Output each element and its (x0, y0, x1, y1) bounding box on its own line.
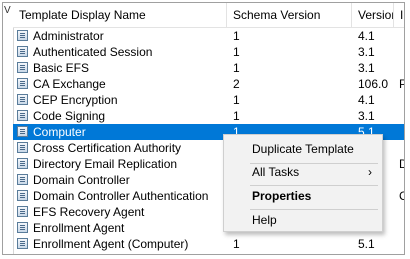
version-cell: 5.1 (358, 237, 375, 251)
intended-purposes-cell (399, 92, 404, 108)
template-name: Domain Controller Authentication (33, 189, 209, 203)
column-header: Template Display Name Schema Version Ver… (13, 3, 404, 28)
menu-item-properties[interactable]: Properties (224, 185, 382, 207)
template-name-cell: Enrollment Agent (17, 220, 227, 236)
certificate-template-icon (17, 110, 28, 121)
intended-purposes-cell (399, 124, 404, 140)
version-cell: 3.1 (358, 109, 375, 123)
version-cell: 3.1 (358, 61, 375, 75)
template-name: Basic EFS (33, 61, 90, 75)
intended-purposes-cell (399, 108, 404, 124)
template-name: Directory Email Replication (33, 157, 178, 171)
certificate-template-icon (17, 190, 28, 201)
template-name: Cross Certification Authority (33, 141, 182, 155)
intended-purposes-cell (399, 172, 404, 188)
column-header-template-display-name[interactable]: Template Display Name (13, 3, 227, 27)
schema-version-cell: 2 (233, 77, 240, 91)
template-name: Computer (33, 125, 86, 139)
template-name: EFS Recovery Agent (33, 205, 145, 219)
template-name: Authenticated Session (33, 45, 153, 59)
table-row[interactable]: Basic EFS 1 3.1 (13, 60, 404, 76)
certificate-templates-list: V Template Display Name Schema Version V… (2, 2, 405, 255)
template-name: Enrollment Agent (Computer) (33, 237, 189, 251)
context-menu: Duplicate Template All Tasks › Propertie… (223, 134, 383, 232)
intended-purposes-cell (399, 220, 404, 236)
template-name: Administrator (33, 29, 104, 43)
intended-purposes-cell (399, 60, 404, 76)
table-row[interactable]: CA Exchange 2 106.0 P (13, 76, 404, 92)
column-header-schema-version[interactable]: Schema Version (227, 3, 352, 27)
template-name: CEP Encryption (33, 93, 118, 107)
template-name-cell: Basic EFS (17, 60, 227, 76)
menu-item-all-tasks-label: All Tasks (252, 165, 300, 179)
intended-purposes-cell (399, 44, 404, 60)
intended-purposes-cell: D (399, 156, 404, 172)
intended-purposes-cell (399, 204, 404, 220)
intended-purposes-cell (399, 140, 404, 156)
schema-version-cell: 1 (233, 109, 240, 123)
intended-purposes-cell: C (399, 188, 404, 204)
template-name-cell: EFS Recovery Agent (17, 204, 227, 220)
template-name-cell: Administrator (17, 28, 227, 44)
schema-version-cell: 1 (233, 29, 240, 43)
schema-version-cell: 1 (233, 93, 240, 107)
table-row[interactable]: Enrollment Agent (Computer) 1 5.1 (13, 236, 404, 252)
version-cell: 106.0 (358, 77, 389, 91)
template-name-cell: CA Exchange (17, 76, 227, 92)
intended-purposes-cell (399, 236, 404, 252)
certificate-template-icon (17, 30, 28, 41)
version-cell: 4.1 (358, 93, 375, 107)
certificate-template-icon (17, 174, 28, 185)
certificate-template-icon (17, 46, 28, 57)
version-cell: 4.1 (358, 29, 375, 43)
template-name: Enrollment Agent (33, 221, 125, 235)
table-row[interactable]: Authenticated Session 1 3.1 (13, 44, 404, 60)
menu-item-all-tasks[interactable]: All Tasks › (224, 161, 382, 183)
certificate-template-icon (17, 222, 28, 233)
schema-version-cell: 1 (233, 45, 240, 59)
template-name-cell: Cross Certification Authority (17, 140, 227, 156)
table-row[interactable]: Code Signing 1 3.1 (13, 108, 404, 124)
certificate-template-icon (17, 78, 28, 89)
template-name: Code Signing (33, 109, 106, 123)
table-row[interactable]: Administrator 1 4.1 (13, 28, 404, 44)
template-name-cell: Authenticated Session (17, 44, 227, 60)
template-name-cell: Code Signing (17, 108, 227, 124)
certificate-template-icon (17, 238, 28, 249)
schema-version-cell: 1 (233, 237, 240, 251)
left-pane-label: V (4, 5, 11, 16)
template-name: Domain Controller (33, 173, 130, 187)
template-name: CA Exchange (33, 77, 106, 91)
chevron-right-icon: › (368, 165, 372, 179)
certificate-template-icon (17, 158, 28, 169)
template-name-cell: Domain Controller Authentication (17, 188, 227, 204)
column-header-version[interactable]: Version (352, 3, 394, 27)
certificate-template-icon (17, 94, 28, 105)
menu-item-duplicate-template[interactable]: Duplicate Template (224, 138, 382, 160)
table-row[interactable]: CEP Encryption 1 4.1 (13, 92, 404, 108)
intended-purposes-cell: P (399, 76, 404, 92)
template-name-cell: Domain Controller (17, 172, 227, 188)
intended-purposes-cell (399, 28, 404, 44)
version-cell: 3.1 (358, 45, 375, 59)
certificate-template-icon (17, 126, 28, 137)
template-name-cell: Computer (17, 124, 227, 140)
template-name-cell: Enrollment Agent (Computer) (17, 236, 227, 252)
certificate-template-icon (17, 62, 28, 73)
template-name-cell: CEP Encryption (17, 92, 227, 108)
menu-item-help[interactable]: Help (224, 209, 382, 231)
certificate-template-icon (17, 142, 28, 153)
certificate-template-icon (17, 206, 28, 217)
schema-version-cell: 1 (233, 61, 240, 75)
column-header-intended-purposes[interactable]: I (394, 3, 404, 27)
template-name-cell: Directory Email Replication (17, 156, 227, 172)
